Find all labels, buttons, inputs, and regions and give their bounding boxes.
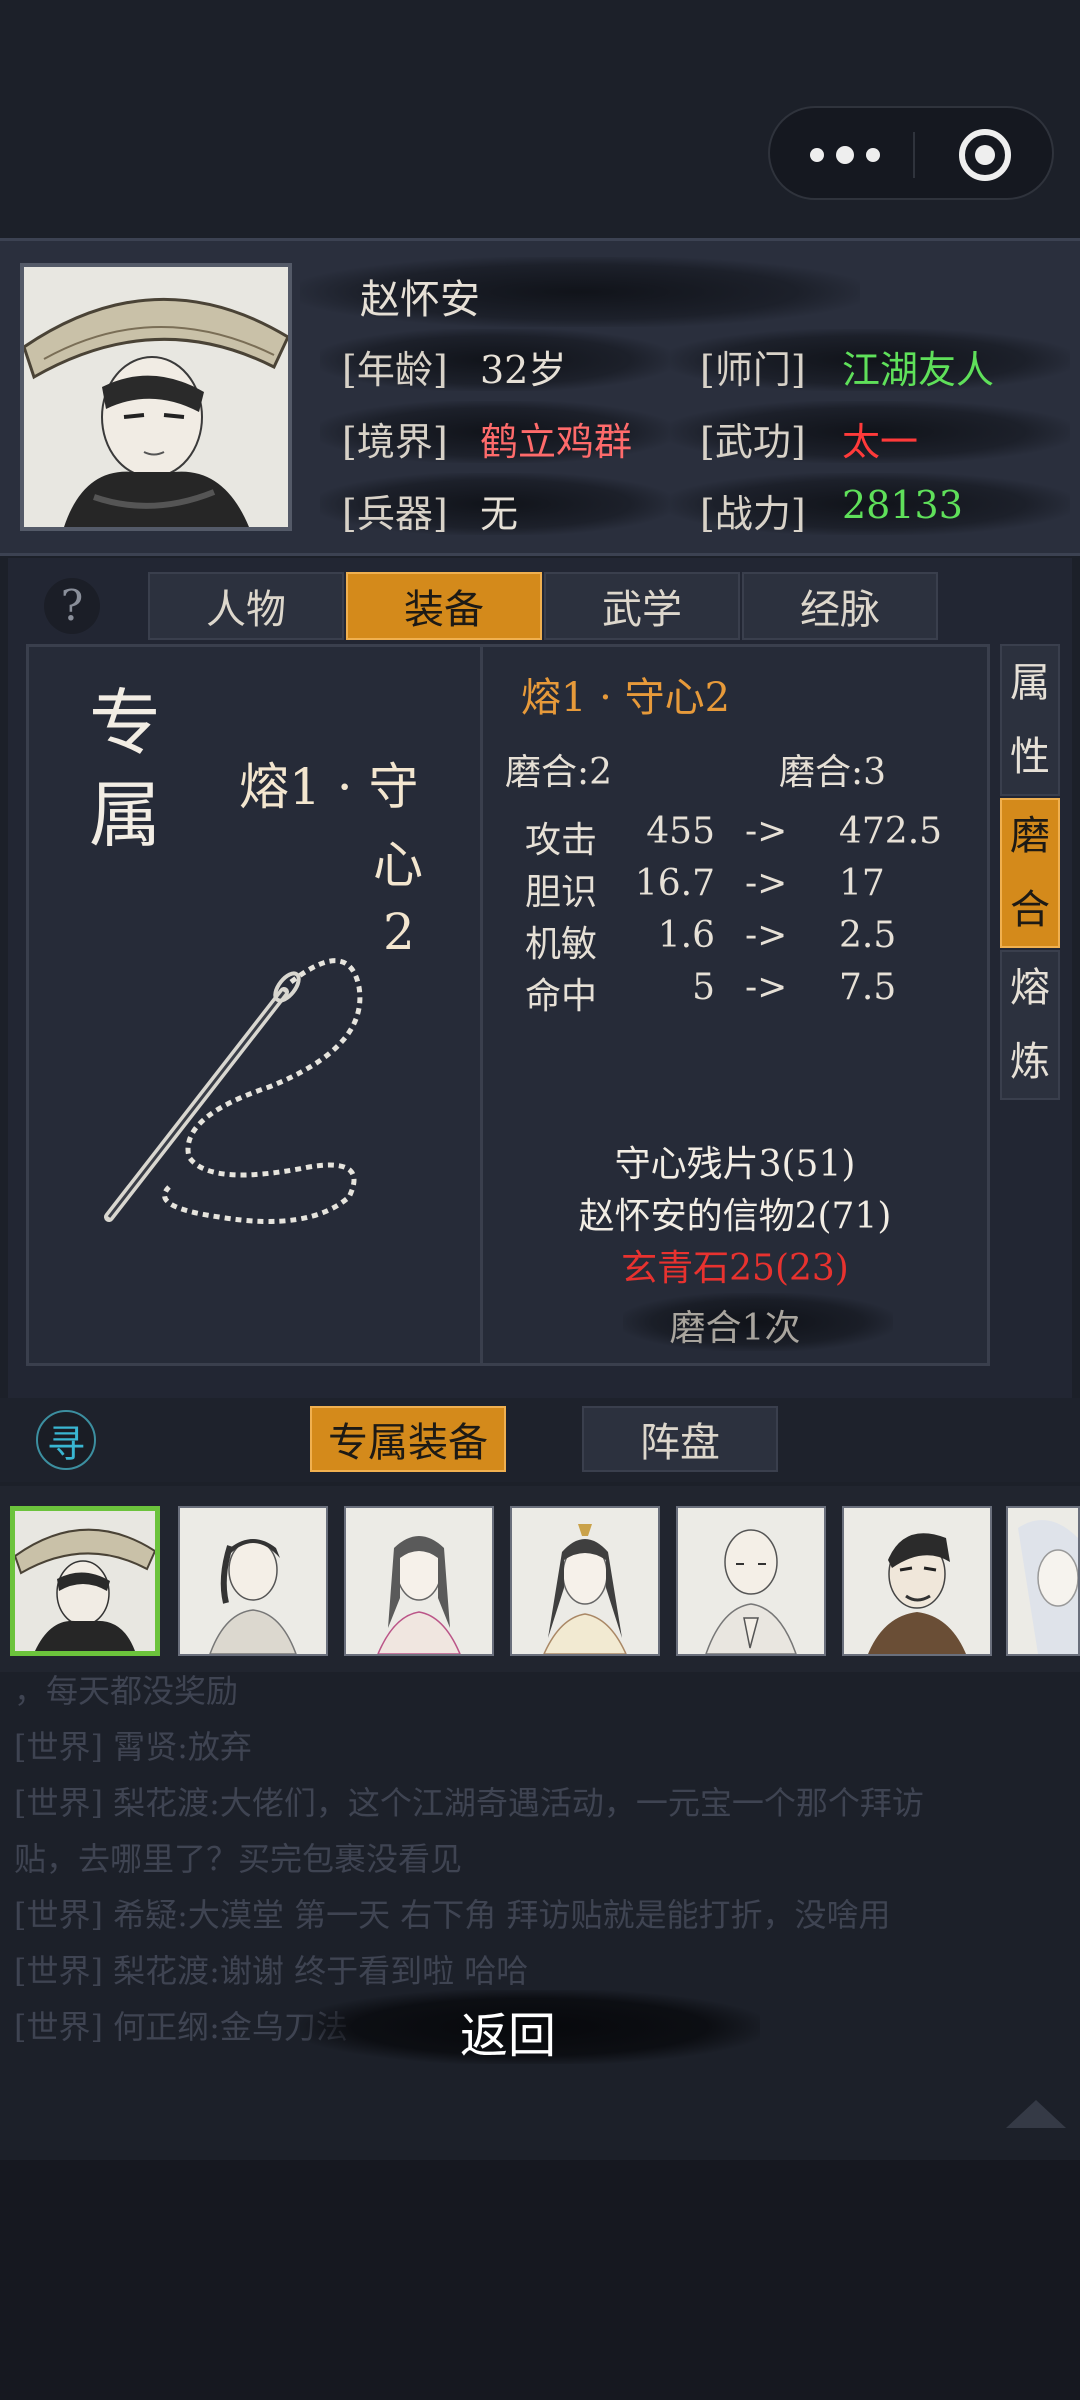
power-label: [战力] [700, 492, 806, 536]
tab-equipment[interactable]: 装备 [346, 572, 542, 640]
side-tab-char: 磨 [1010, 813, 1050, 859]
stat-name: 攻击 [525, 820, 598, 861]
character-thumb-zhao-huaian[interactable] [10, 1506, 160, 1656]
side-tab-char: 炼 [1010, 1039, 1050, 1085]
stat-from: 455 [646, 811, 715, 852]
chat-line: [世界] 何正纲:金乌刀法 [14, 2008, 348, 2046]
current-level: 磨合:2 [505, 752, 613, 793]
arrow: -> [745, 811, 788, 852]
stat-row-courage: 胆识 16.7 -> 17 [525, 863, 965, 915]
side-tab-smelt[interactable]: 熔 炼 [1000, 950, 1060, 1100]
bottom-tab-bar: 寻 专属装备 阵盘 [0, 1398, 1080, 1482]
triangle-up-icon[interactable] [1004, 2096, 1068, 2130]
svg-text:?: ? [61, 581, 84, 630]
chat-line: [世界] 梨花渡:大佬们，这个江湖奇遇活动，一元宝一个那个拜访 [14, 1784, 924, 1822]
item-art-pane: 专属 熔1 · 守 心 2 [26, 644, 484, 1366]
hero-portrait [20, 263, 292, 531]
character-thumb-partial[interactable] [1006, 1506, 1080, 1656]
capsule-divider [913, 132, 915, 178]
stat-from: 5 [692, 967, 715, 1008]
item-title-line2: 心 [373, 836, 423, 894]
chat-line: [世界] 希疑:大漠堂 第一天 右下角 拜访贴就是能打折，没啥用 [14, 1896, 891, 1934]
material-fragment: 守心残片3(51) [614, 1144, 856, 1185]
arrow: -> [745, 967, 788, 1008]
stat-name: 胆识 [525, 872, 598, 913]
age-label: [年龄] [342, 348, 448, 392]
chat-line: ，每天都没奖励 [14, 1672, 239, 1710]
main-panel: ? 人物 装备 武学 经脉 专属 熔1 · 守 心 2 熔1 · 守心2 磨合:… [8, 558, 1072, 1398]
question-icon[interactable]: ? [42, 576, 102, 636]
refine-once-button[interactable]: 磨合1次 [483, 1299, 987, 1351]
exclusive-badge: 专属 [89, 681, 162, 857]
stat-row-attack: 攻击 455 -> 472.5 [525, 811, 965, 863]
side-tab-attributes[interactable]: 属 性 [1000, 644, 1060, 796]
miniapp-capsule [768, 106, 1054, 200]
side-tab-refine[interactable]: 磨 合 [1000, 798, 1060, 948]
next-level: 磨合:3 [779, 752, 887, 793]
material-stone: 玄青石25(23) [621, 1248, 849, 1289]
stat-to: 472.5 [839, 811, 943, 852]
stat-from: 1.6 [657, 915, 715, 956]
stat-name: 机敏 [525, 924, 598, 965]
age-value: 32岁 [480, 348, 567, 392]
item-title-line1: 熔1 · 守 [239, 758, 419, 816]
arrow: -> [745, 915, 788, 956]
side-tab-char: 属 [1010, 660, 1050, 706]
tab-exclusive-equipment[interactable]: 专属装备 [310, 1406, 506, 1472]
material-token: 赵怀安的信物2(71) [578, 1196, 892, 1237]
side-tab-char: 熔 [1010, 965, 1050, 1011]
martial-value: 太一 [842, 420, 919, 464]
tab-meridians[interactable]: 经脉 [742, 572, 938, 640]
school-label: [师门] [700, 348, 806, 392]
realm-label: [境界] [342, 420, 448, 464]
weapon-label: [兵器] [342, 492, 448, 536]
weapon-value: 无 [480, 492, 519, 536]
tab-martial-arts[interactable]: 武学 [544, 572, 740, 640]
side-tab-char: 合 [1010, 887, 1050, 933]
character-thumb[interactable] [344, 1506, 494, 1656]
tab-formation[interactable]: 阵盘 [582, 1406, 778, 1472]
back-button[interactable]: 返回 [460, 1996, 556, 2066]
search-seek-icon[interactable]: 寻 [36, 1410, 96, 1470]
detail-title: 熔1 · 守心2 [521, 675, 731, 721]
refine-detail-pane: 熔1 · 守心2 磨合:2 磨合:3 攻击 455 -> 472.5 胆识 16… [480, 644, 990, 1366]
tab-character[interactable]: 人物 [148, 572, 344, 640]
bottom-blank [0, 2160, 1080, 2400]
more-dots-icon[interactable] [806, 140, 906, 170]
stat-name: 命中 [525, 976, 598, 1017]
arrow: -> [745, 863, 788, 904]
side-tab-char: 性 [1010, 734, 1050, 780]
power-value: 28133 [842, 483, 963, 527]
hero-name: 赵怀安 [360, 277, 480, 323]
stat-from: 16.7 [634, 863, 715, 904]
chat-line: [世界] 霄贤:放弃 [14, 1728, 252, 1766]
hero-header: 赵怀安 [年龄] 32岁 [师门] 江湖友人 [境界] 鹤立鸡群 [武功] 太一… [0, 238, 1080, 556]
chat-line: [世界] 梨花渡:谢谢 终于看到啦 哈哈 [14, 1952, 529, 1990]
martial-label: [武功] [700, 420, 806, 464]
realm-value: 鹤立鸡群 [480, 420, 633, 464]
character-thumb[interactable] [510, 1506, 660, 1656]
character-thumb[interactable] [178, 1506, 328, 1656]
chat-line: 贴，去哪里了？买完包裹没看见 [14, 1840, 463, 1878]
school-value: 江湖友人 [842, 348, 995, 392]
character-thumb[interactable] [676, 1506, 826, 1656]
needle-thread-icon [69, 937, 389, 1237]
target-circle-icon[interactable] [958, 128, 1012, 182]
stat-row-agility: 机敏 1.6 -> 2.5 [525, 915, 965, 967]
stat-to: 7.5 [839, 967, 897, 1008]
stat-to: 17 [839, 863, 885, 904]
stat-row-accuracy: 命中 5 -> 7.5 [525, 967, 965, 1019]
stat-to: 2.5 [839, 915, 897, 956]
character-thumb[interactable] [842, 1506, 992, 1656]
